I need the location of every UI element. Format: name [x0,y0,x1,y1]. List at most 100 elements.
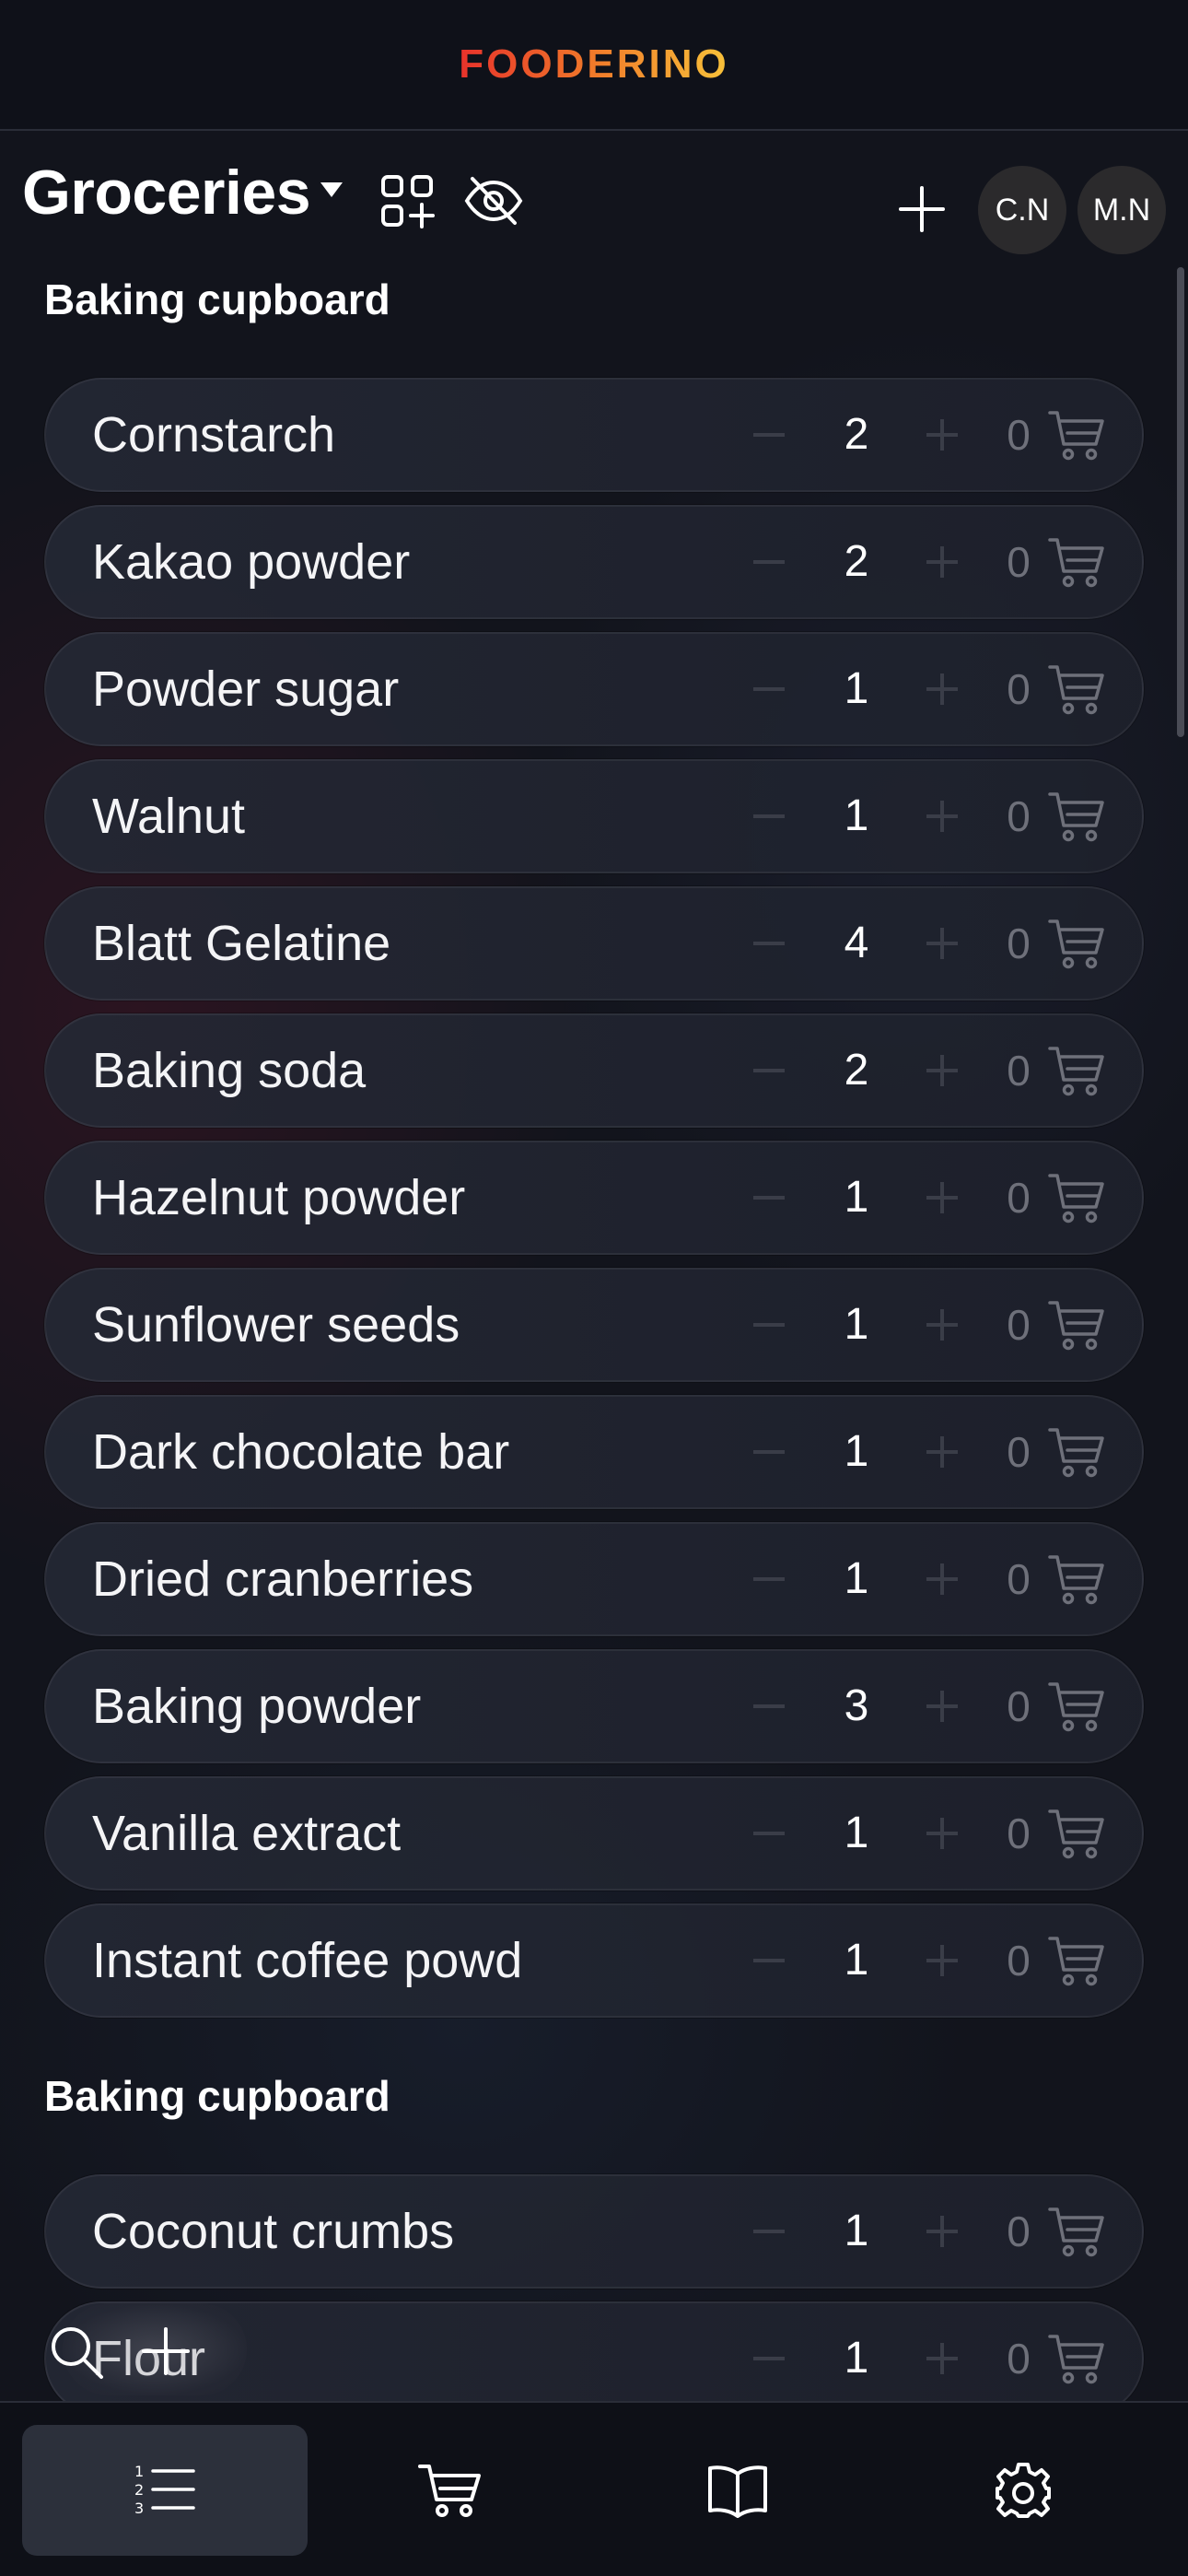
add-to-cart-icon[interactable] [1048,1806,1105,1861]
item-name[interactable]: Cornstarch [92,380,335,490]
item-quantity: 1 [844,2207,869,2255]
item-quantity: 1 [844,1173,869,1222]
item-name[interactable]: Instant coffee powd [92,1905,522,2016]
decrement-button[interactable] [753,1704,785,1708]
add-to-cart-icon[interactable] [1048,1424,1105,1480]
item-name[interactable]: Baking soda [92,1015,366,1126]
section-title: Baking cupboard [44,2072,390,2120]
add-to-cart-icon[interactable] [1048,1043,1105,1098]
numbered-list-icon: 1 2 3 [134,2463,195,2517]
item-name[interactable]: Dried cranberries [92,1524,473,1634]
decrement-button[interactable] [753,1832,785,1835]
list-item[interactable]: Kakao powder 2 0 [44,505,1144,619]
add-item-button[interactable] [890,177,954,241]
decrement-button[interactable] [753,560,785,564]
cart-icon [418,2465,481,2517]
item-name[interactable]: Powder sugar [92,634,399,744]
add-to-cart-icon[interactable] [1048,789,1105,844]
increment-button[interactable] [926,419,958,451]
add-to-cart-icon[interactable] [1048,1170,1105,1225]
add-to-cart-icon[interactable] [1048,1297,1105,1352]
decrement-button[interactable] [753,1959,785,1962]
section-title: Baking cupboard [44,275,390,323]
increment-button[interactable] [926,1182,958,1213]
increment-button[interactable] [926,1055,958,1086]
increment-button[interactable] [926,1945,958,1976]
item-quantity: 3 [844,1681,869,1730]
cart-count: 0 [1007,538,1031,586]
increment-button[interactable] [926,2343,958,2374]
add-to-cart-icon[interactable] [1048,662,1105,717]
decrement-button[interactable] [753,1196,785,1200]
increment-button[interactable] [926,1436,958,1468]
increment-button[interactable] [926,801,958,832]
decrement-button[interactable] [753,1323,785,1327]
add-to-cart-icon[interactable] [1048,2331,1105,2386]
list-item[interactable]: Blatt Gelatine 4 0 [44,886,1144,1001]
list-item[interactable]: Dark chocolate bar 1 0 [44,1395,1144,1509]
cart-count: 0 [1007,2207,1031,2255]
decrement-button[interactable] [753,2230,785,2233]
item-name[interactable]: Baking powder [92,1651,421,1762]
item-name[interactable]: Hazelnut powder [92,1142,465,1253]
increment-button[interactable] [926,1309,958,1341]
item-name[interactable]: Vanilla extract [92,1778,401,1889]
list-title[interactable]: Groceries [22,157,311,228]
list-item[interactable]: Cornstarch 2 0 [44,378,1144,492]
decrement-button[interactable] [753,687,785,691]
svg-text:2: 2 [134,2481,144,2499]
nav-list-tab[interactable]: 1 2 3 [22,2425,308,2556]
list-item[interactable]: Dried cranberries 1 0 [44,1522,1144,1636]
category-grid-add-icon[interactable] [372,166,442,236]
list-item[interactable]: Coconut crumbs 1 0 [44,2174,1144,2289]
eye-off-icon[interactable] [459,166,529,236]
app-logo: FOODERINO [459,41,729,87]
item-name[interactable]: Dark chocolate bar [92,1397,509,1507]
increment-button[interactable] [926,1563,958,1595]
plus-icon[interactable] [140,2325,192,2377]
item-name[interactable]: Kakao powder [92,507,410,617]
list-item[interactable]: Walnut 1 0 [44,759,1144,873]
avatar-member-1[interactable]: C.N [978,166,1066,254]
item-name[interactable]: Coconut crumbs [92,2176,454,2287]
increment-button[interactable] [926,2216,958,2247]
decrement-button[interactable] [753,1577,785,1581]
list-item[interactable]: Powder sugar 1 0 [44,632,1144,746]
add-to-cart-icon[interactable] [1048,916,1105,971]
list-item[interactable]: Baking powder 3 0 [44,1649,1144,1763]
cart-count: 0 [1007,665,1031,713]
list-item[interactable]: Hazelnut powder 1 0 [44,1141,1144,1255]
item-name[interactable]: Blatt Gelatine [92,888,390,999]
search-icon[interactable] [48,2324,105,2381]
nav-recipes-tab[interactable] [595,2425,880,2556]
increment-button[interactable] [926,1691,958,1722]
decrement-button[interactable] [753,433,785,437]
add-to-cart-icon[interactable] [1048,1551,1105,1607]
list-item[interactable]: Vanilla extract 1 0 [44,1776,1144,1891]
nav-settings-tab[interactable] [880,2425,1166,2556]
add-to-cart-icon[interactable] [1048,534,1105,590]
increment-button[interactable] [926,546,958,578]
increment-button[interactable] [926,928,958,959]
decrement-button[interactable] [753,1069,785,1072]
add-to-cart-icon[interactable] [1048,2204,1105,2259]
nav-cart-tab[interactable] [308,2425,593,2556]
decrement-button[interactable] [753,2357,785,2360]
add-to-cart-icon[interactable] [1048,1933,1105,1988]
increment-button[interactable] [926,673,958,705]
add-to-cart-icon[interactable] [1048,1679,1105,1734]
add-to-cart-icon[interactable] [1048,407,1105,463]
decrement-button[interactable] [753,814,785,818]
decrement-button[interactable] [753,942,785,945]
scrollbar[interactable] [1177,267,1184,737]
floating-action-button[interactable] [26,2303,247,2395]
avatar-member-2[interactable]: M.N [1077,166,1166,254]
list-item[interactable]: Baking soda 2 0 [44,1013,1144,1128]
increment-button[interactable] [926,1818,958,1849]
item-name[interactable]: Walnut [92,761,245,872]
list-item[interactable]: Instant coffee powd 1 0 [44,1903,1144,2018]
item-name[interactable]: Sunflower seeds [92,1270,460,1380]
caret-down-icon[interactable] [319,179,344,201]
decrement-button[interactable] [753,1450,785,1454]
list-item[interactable]: Sunflower seeds 1 0 [44,1268,1144,1382]
